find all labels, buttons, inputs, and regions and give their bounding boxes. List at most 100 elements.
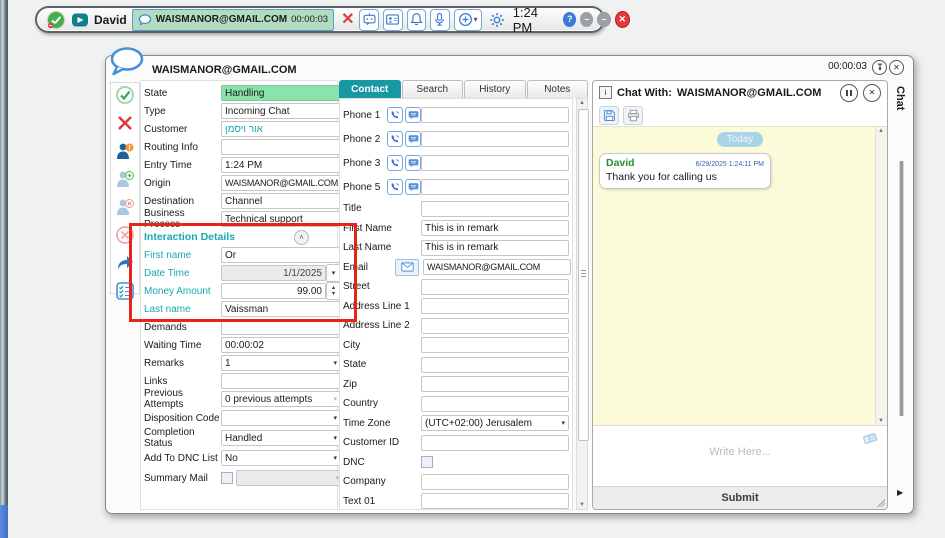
entry-time-field[interactable]: 1:24 PM xyxy=(221,157,341,173)
settings-gear-button[interactable] xyxy=(489,12,505,28)
call-phone5-button[interactable] xyxy=(387,179,403,195)
timezone-select[interactable]: (UTC+02:00) Jerusalem▾ xyxy=(421,415,569,431)
summary-mail-select[interactable]: ▾ xyxy=(236,470,343,486)
sms-phone5-button[interactable] xyxy=(405,179,421,195)
scrollbar-thumb[interactable] xyxy=(578,109,589,441)
address2-input[interactable] xyxy=(421,318,569,334)
close-window-button[interactable]: ✕ xyxy=(889,60,904,75)
submit-button[interactable]: Submit xyxy=(593,486,887,509)
expand-handle-icon[interactable]: ▶ xyxy=(897,488,903,497)
chatbot-button[interactable] xyxy=(359,9,379,31)
chat-scrollbar[interactable]: ▲ ▼ xyxy=(875,127,887,425)
chat-side-tab[interactable]: Chat xyxy=(894,86,906,110)
waiting-time-field[interactable]: 00:00:02 xyxy=(221,337,341,353)
selected-value: (UTC+02:00) Jerusalem xyxy=(425,418,532,429)
scroll-down-icon[interactable]: ▼ xyxy=(577,502,587,508)
customer-field[interactable]: אור ויסמן xyxy=(221,121,341,137)
add-interaction-button[interactable]: ▾ xyxy=(454,9,482,31)
pin-window-button[interactable] xyxy=(872,60,887,75)
sms-phone3-button[interactable] xyxy=(405,155,421,171)
remarks-select[interactable]: 1▾ xyxy=(221,355,341,371)
dnc-checkbox[interactable] xyxy=(421,456,433,468)
save-transcript-button[interactable] xyxy=(599,106,619,125)
links-field[interactable] xyxy=(221,373,341,389)
cancel-circle-icon[interactable] xyxy=(115,225,135,250)
money-amount-field[interactable]: 99.00 xyxy=(221,283,326,299)
close-app-button[interactable]: ✕ xyxy=(615,11,630,28)
country-input[interactable] xyxy=(421,396,569,412)
phone3-input[interactable] xyxy=(421,155,569,171)
field-label: Destination xyxy=(144,196,221,207)
send-email-button[interactable] xyxy=(395,259,419,276)
presence-status-icon[interactable] xyxy=(46,10,66,30)
address1-input[interactable] xyxy=(421,298,569,314)
summary-mail-checkbox[interactable] xyxy=(221,472,233,484)
call-phone3-button[interactable] xyxy=(387,155,403,171)
city-input[interactable] xyxy=(421,337,569,353)
customer-id-input[interactable] xyxy=(421,435,569,451)
street-input[interactable] xyxy=(421,279,569,295)
end-session-button[interactable]: ✕ xyxy=(341,12,354,28)
state-field[interactable]: Handling xyxy=(221,85,341,101)
help-button[interactable]: ? xyxy=(563,12,576,27)
scroll-up-icon[interactable]: ▲ xyxy=(876,128,886,134)
completion-status-select[interactable]: Handled▾ xyxy=(221,430,341,446)
title-input[interactable] xyxy=(421,201,569,217)
reject-interaction-icon[interactable] xyxy=(115,113,135,138)
checklist-icon[interactable] xyxy=(115,281,135,306)
tab-notes[interactable]: Notes xyxy=(527,80,589,98)
resize-grip[interactable] xyxy=(877,499,885,507)
tab-contact[interactable]: Contact xyxy=(339,80,401,98)
previous-attempts-select[interactable]: 0 previous attempts▾ xyxy=(221,391,341,407)
minimize-button[interactable]: – xyxy=(597,12,610,27)
disposition-code-select[interactable]: ▾ xyxy=(221,410,341,426)
add-customer-icon[interactable] xyxy=(115,169,135,194)
add-to-dnc-select[interactable]: No▾ xyxy=(221,450,341,466)
phone5-input[interactable] xyxy=(421,179,569,195)
text01-input[interactable] xyxy=(421,493,569,509)
side-splitter[interactable] xyxy=(899,161,904,416)
sms-phone2-button[interactable] xyxy=(405,131,421,147)
call-phone2-button[interactable] xyxy=(387,131,403,147)
transfer-arrow-icon[interactable] xyxy=(115,253,135,278)
last-name-detail-field[interactable]: Vaissman xyxy=(221,301,341,317)
notifications-bell-button[interactable] xyxy=(407,9,427,31)
zip-input[interactable] xyxy=(421,376,569,392)
demands-field[interactable] xyxy=(221,319,341,335)
sms-phone1-button[interactable] xyxy=(405,107,421,123)
field-label: Date Time xyxy=(144,268,221,279)
print-transcript-button[interactable] xyxy=(623,106,643,125)
chat-compose-area[interactable]: Write Here... xyxy=(593,426,887,486)
contact-form-scrollbar[interactable]: ▲ ▼ xyxy=(576,98,588,510)
destination-field[interactable]: Channel xyxy=(221,193,341,209)
origin-field[interactable]: WAISMANOR@GMAIL.COM xyxy=(221,175,341,191)
customer-alert-icon[interactable]: ! xyxy=(115,141,135,166)
email-input[interactable]: WAISMANOR@GMAIL.COM xyxy=(423,259,571,275)
phone2-input[interactable] xyxy=(421,131,569,147)
active-session-chip[interactable]: WAISMANOR@GMAIL.COM 00:00:03 xyxy=(132,9,334,31)
business-process-field[interactable]: Technical support xyxy=(221,211,341,227)
first-name-input[interactable]: This is in remark xyxy=(421,220,569,236)
contacts-button[interactable] xyxy=(383,9,403,31)
collapse-section-button[interactable]: ˄ xyxy=(294,230,309,245)
status-toggle-button[interactable]: – xyxy=(580,12,593,27)
call-phone1-button[interactable] xyxy=(387,107,403,123)
channel-selector-icon[interactable] xyxy=(71,11,89,29)
remove-customer-icon[interactable] xyxy=(115,197,135,222)
phone1-input[interactable] xyxy=(421,107,569,123)
date-time-field[interactable]: 1/1/2025 xyxy=(221,265,326,281)
microphone-button[interactable] xyxy=(430,9,450,31)
routing-info-field[interactable] xyxy=(221,139,341,155)
tab-search[interactable]: Search xyxy=(402,80,464,98)
state-input[interactable] xyxy=(421,357,569,373)
last-name-input[interactable]: This is in remark xyxy=(421,240,569,256)
pause-chat-button[interactable] xyxy=(840,84,858,102)
company-input[interactable] xyxy=(421,474,569,490)
scroll-up-icon[interactable]: ▲ xyxy=(577,100,587,106)
scroll-down-icon[interactable]: ▼ xyxy=(876,418,886,424)
tab-history[interactable]: History xyxy=(464,80,526,98)
first-name-detail-field[interactable]: Or xyxy=(221,247,341,263)
close-chat-button[interactable]: ✕ xyxy=(863,84,881,102)
type-field[interactable]: Incoming Chat xyxy=(221,103,341,119)
accept-interaction-icon[interactable] xyxy=(115,85,135,110)
